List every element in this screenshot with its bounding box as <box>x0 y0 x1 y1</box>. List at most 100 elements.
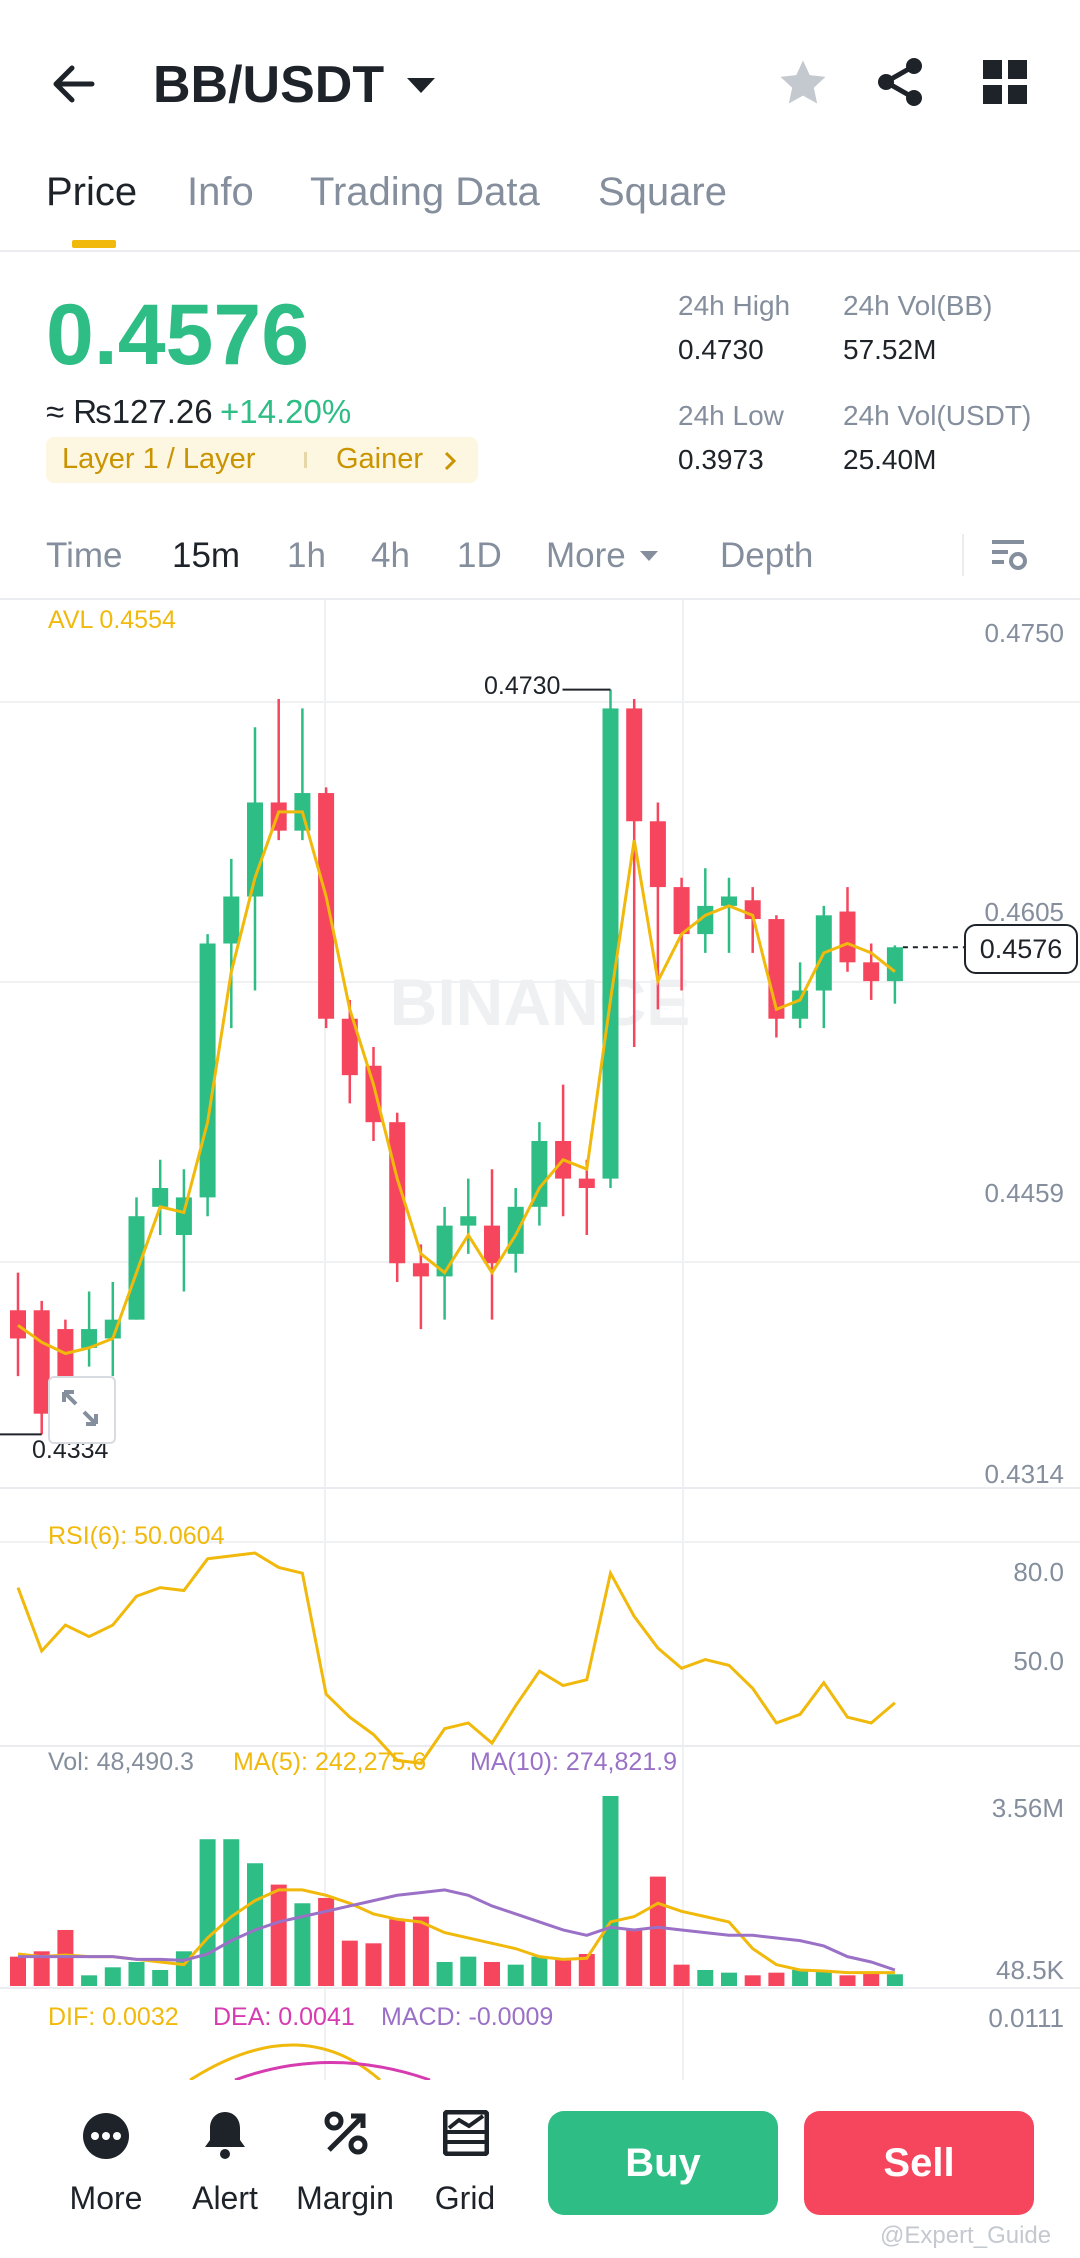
tag-rank[interactable]: Gainer <box>336 443 423 476</box>
tf-4h[interactable]: 4h <box>371 536 410 576</box>
tf-1h[interactable]: 1h <box>287 536 326 576</box>
candle-body-28 <box>673 887 690 935</box>
candle-body-7 <box>175 1197 192 1236</box>
candle-body-20 <box>484 1225 500 1264</box>
candle-body-13 <box>318 793 335 1019</box>
nav-margin[interactable]: Margin <box>285 2110 405 2240</box>
price-chart[interactable]: BINANCE <box>0 600 1080 2080</box>
expand-chart-button[interactable] <box>48 1376 116 1444</box>
expand-icon <box>62 1390 98 1426</box>
candle-body-6 <box>152 1188 169 1207</box>
vol-ma10-polyline <box>18 1888 896 1972</box>
candle-body-33 <box>792 990 809 1019</box>
volume-bar-25 <box>602 1796 619 1986</box>
watermark: BINANCE <box>390 965 691 1039</box>
volume-bar-30 <box>721 1972 737 1986</box>
volume-bar-10 <box>247 1863 263 1986</box>
grid-icon <box>983 60 1027 104</box>
credit-watermark: @Expert_Guide <box>880 2222 1052 2249</box>
tag-category[interactable]: Layer 1 / Layer <box>62 443 255 476</box>
volume-bar-28 <box>673 1964 690 1986</box>
caret-down-icon <box>639 551 658 561</box>
tf-time[interactable]: Time <box>46 536 122 576</box>
back-button[interactable] <box>44 54 104 114</box>
volume-bar-20 <box>484 1961 500 1986</box>
tab-square[interactable]: Square <box>598 170 727 215</box>
vol-quote-value: 25.40M <box>843 444 937 475</box>
rsi-polyline <box>16 1551 896 1765</box>
volume-bar-36 <box>863 1972 880 1986</box>
chart-grid <box>0 600 1080 2080</box>
tf-divider <box>962 534 964 576</box>
macd-dif-label: DIF: 0.0032 <box>48 2003 179 2031</box>
buy-button[interactable]: Buy <box>548 2111 778 2215</box>
macd-dea-label: DEA: 0.0041 <box>213 2003 355 2031</box>
active-tab-indicator <box>72 240 116 248</box>
chevron-right-icon <box>444 451 457 471</box>
candle-body-36 <box>863 962 880 982</box>
tf-1d[interactable]: 1D <box>457 536 502 576</box>
rsi-label: RSI(6): 50.0604 <box>48 1522 225 1550</box>
tab-trading-data[interactable]: Trading Data <box>310 170 540 215</box>
volume-bar-27 <box>649 1876 666 1986</box>
volume-bar-32 <box>768 1972 785 1986</box>
sell-button[interactable]: Sell <box>804 2111 1034 2215</box>
candles <box>10 689 903 1435</box>
pair-selector[interactable]: BB/USDT <box>153 50 438 120</box>
grid-bot-icon <box>443 2110 489 2156</box>
volume-bar-35 <box>839 1975 856 1986</box>
volume-bar-14 <box>341 1940 358 1986</box>
candle-body-27 <box>649 821 666 888</box>
vol-base-value: 57.52M <box>843 334 937 365</box>
volume-bar-18 <box>436 1961 453 1986</box>
star-icon <box>780 60 826 104</box>
nav-more-label: More <box>69 2180 143 2216</box>
macd-value-label: MACD: -0.0009 <box>381 2003 554 2031</box>
nav-alert-label: Alert <box>192 2180 258 2216</box>
nav-grid[interactable]: Grid <box>405 2110 525 2240</box>
candle-body-26 <box>626 708 643 822</box>
volume-bar-21 <box>507 1964 524 1986</box>
vol-quote-label: 24h Vol(USDT) <box>843 400 1032 431</box>
tag-bar[interactable]: Layer 1 / Layer Gainer <box>46 437 478 483</box>
layout-grid-button[interactable] <box>983 60 1027 104</box>
chart-settings-button[interactable] <box>988 534 1028 574</box>
volume-bar-16 <box>389 1919 406 1986</box>
y-tick-4314: 0.4314 <box>984 1459 1064 1489</box>
volume-bar-33 <box>792 1969 809 1986</box>
pair-title: BB/USDT <box>153 56 385 114</box>
y-tick-4750: 0.4750 <box>984 618 1064 648</box>
nav-alert[interactable]: Alert <box>165 2110 285 2240</box>
nav-more[interactable]: More <box>46 2110 166 2240</box>
candle-body-25 <box>602 708 619 1179</box>
tab-info[interactable]: Info <box>187 170 254 215</box>
last-price: 0.4576 <box>46 287 310 383</box>
favorite-button[interactable] <box>776 56 830 110</box>
price-markers <box>0 688 966 1436</box>
candle-body-9 <box>223 896 240 944</box>
caret-down-icon <box>407 78 436 93</box>
tag-separator <box>304 452 307 468</box>
chart-settings-icon <box>992 540 1027 570</box>
bell-icon <box>205 2112 245 2159</box>
rsi-tick-80: 80.0 <box>1013 1557 1064 1587</box>
vol-label: Vol: 48,490.3 <box>48 1748 194 1776</box>
nav-margin-label: Margin <box>296 2180 394 2216</box>
avl-polyline <box>17 810 896 1356</box>
volume-bar-0 <box>10 1956 26 1986</box>
volume-bar-22 <box>531 1956 548 1986</box>
share-button[interactable] <box>872 54 928 110</box>
volume-bar-23 <box>555 1959 572 1986</box>
tf-15m[interactable]: 15m <box>172 536 240 576</box>
tf-depth[interactable]: Depth <box>720 536 813 576</box>
volume-bar-6 <box>152 1969 169 1986</box>
share-icon <box>878 58 922 106</box>
tf-more-dropdown[interactable]: More <box>546 536 660 576</box>
nav-grid-label: Grid <box>434 2180 496 2216</box>
current-price-tag[interactable]: 0.4576 <box>964 924 1078 975</box>
tab-price[interactable]: Price <box>46 170 137 215</box>
low-value: 0.3973 <box>678 444 764 475</box>
candle-body-5 <box>128 1216 145 1320</box>
fiat-value: ≈ ₨127.26 <box>46 393 213 430</box>
tabs-divider <box>0 250 1080 252</box>
